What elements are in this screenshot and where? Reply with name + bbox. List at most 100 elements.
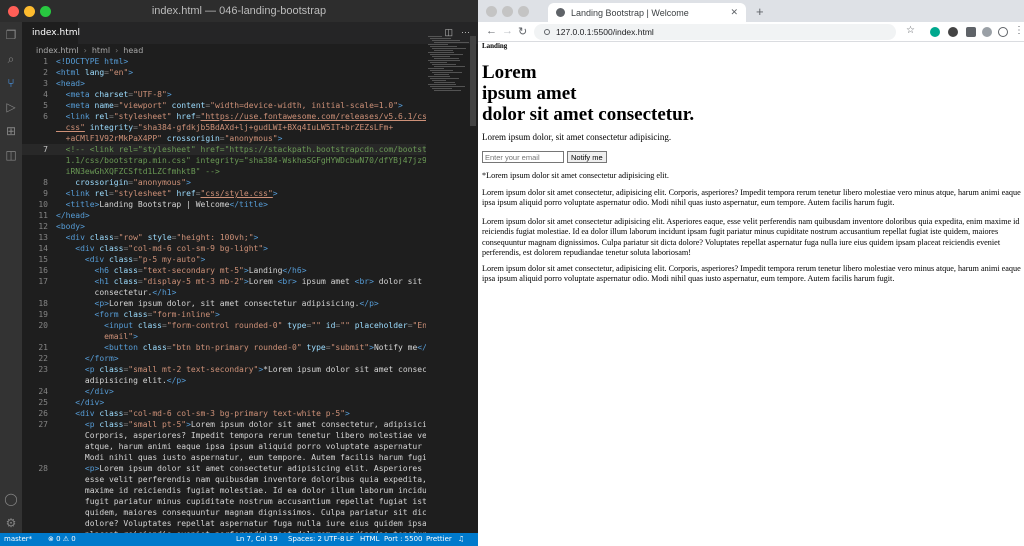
scrollbar-thumb[interactable] xyxy=(470,36,476,126)
search-icon[interactable]: ⌕ xyxy=(4,52,18,66)
live-server-port[interactable]: Port : 5500 xyxy=(384,535,423,543)
code-line[interactable]: 24 </div> xyxy=(22,386,426,397)
extensions-icon[interactable]: ⊞ xyxy=(4,124,18,138)
minimize-window-button[interactable] xyxy=(24,6,35,17)
browser-tab[interactable]: Landing Bootstrap | Welcome ✕ xyxy=(548,3,746,22)
cursor-position[interactable]: Ln 7, Col 19 xyxy=(236,535,278,543)
code-line[interactable]: 28 <p>Lorem ipsum dolor sit amet consect… xyxy=(22,463,426,474)
code-line[interactable]: 12 <body> xyxy=(22,221,426,232)
tab-index-html[interactable]: index.html xyxy=(22,22,80,44)
extension-puzzle-icon[interactable] xyxy=(966,27,976,37)
code-line[interactable]: 18 <p>Lorem ipsum dolor, sit amet consec… xyxy=(22,298,426,309)
notifications-icon[interactable]: ♫ xyxy=(458,535,464,543)
code-line[interactable]: 13 <div class="row" style="height: 100vh… xyxy=(22,232,426,243)
account-icon[interactable]: ◯ xyxy=(4,492,18,506)
code-line[interactable]: 4 <meta charset="UTF-8"> xyxy=(22,89,426,100)
code-line[interactable]: Corporis, asperiores? Impedit tempora re… xyxy=(22,430,426,441)
code-line[interactable]: 21 <button class="btn btn-primary rounde… xyxy=(22,342,426,353)
profile-avatar[interactable] xyxy=(998,27,1008,37)
minimize-window-button[interactable] xyxy=(502,6,513,17)
code-text: atque, harum animi eaque ipsa ipsum aliq… xyxy=(56,442,426,451)
indentation-status[interactable]: Spaces: 2 xyxy=(288,535,322,543)
code-line[interactable]: 3 <head> xyxy=(22,78,426,89)
breadcrumb-head[interactable]: head xyxy=(123,46,143,55)
code-line[interactable]: fugit pariatur minus cupiditate nostrum … xyxy=(22,496,426,507)
code-line[interactable]: 14 <div class="col-md-6 col-sm-9 bg-ligh… xyxy=(22,243,426,254)
line-number: 13 xyxy=(38,233,48,242)
new-tab-button[interactable]: + xyxy=(756,4,764,19)
code-line[interactable]: 9 <link rel="stylesheet" href="css/style… xyxy=(22,188,426,199)
code-line[interactable]: maxime id reiciendis fugiat molestiae. I… xyxy=(22,485,426,496)
code-line[interactable]: css" integrity="sha384-gfdkjb5BdAXd+lj+g… xyxy=(22,122,426,133)
code-line[interactable]: 17 <h1 class="display-5 mt-3 mb-2">Lorem… xyxy=(22,276,426,287)
code-line[interactable]: esse velit perferendis nam quibusdam inv… xyxy=(22,474,426,485)
code-line[interactable]: consectetur.</h1> xyxy=(22,287,426,298)
breadcrumb-file[interactable]: index.html xyxy=(36,46,79,55)
eol-status[interactable]: LF xyxy=(346,535,354,543)
code-line[interactable]: 20 <input class="form-control rounded-0"… xyxy=(22,320,426,331)
minimap[interactable] xyxy=(426,36,470,96)
code-line[interactable]: 11 </head> xyxy=(22,210,426,221)
maximize-window-button[interactable] xyxy=(518,6,529,17)
maximize-window-button[interactable] xyxy=(40,6,51,17)
code-line[interactable]: 23 <p class="small mt-2 text-secondary">… xyxy=(22,364,426,375)
code-editor[interactable]: 1 <!DOCTYPE html> 2 <html lang="en"> 3 <head>… xyxy=(22,58,426,533)
activity-bar: ❐ ⌕ ⑂ ▷ ⊞ ◫ ◯ ⚙ xyxy=(0,22,22,533)
code-line[interactable]: 8 crossorigin="anonymous"> xyxy=(22,177,426,188)
code-line[interactable]: Modi nihil quas iusto aspernatur, eum te… xyxy=(22,452,426,463)
problems-status[interactable]: ⊗ 0 ⚠ 0 xyxy=(48,535,76,543)
code-line[interactable]: 27 <p class="small pt-5">Lorem ipsum dol… xyxy=(22,419,426,430)
forward-arrow-icon[interactable]: → xyxy=(502,25,513,37)
minimap-line xyxy=(434,66,465,67)
code-line[interactable]: 7 <!-- <link rel="stylesheet" href="http… xyxy=(22,144,426,155)
prettier-status[interactable]: Prettier xyxy=(426,535,452,543)
code-line[interactable]: iRN3ewGhXQFZCSftd1LZCfmhktB" --> xyxy=(22,166,426,177)
code-line[interactable]: adipisicing elit.</p> xyxy=(22,375,426,386)
code-line[interactable]: 26 <div class="col-md-6 col-sm-3 bg-prim… xyxy=(22,408,426,419)
menu-kebab-icon[interactable]: ⋮ xyxy=(1014,25,1024,36)
code-line[interactable]: email"> xyxy=(22,331,426,342)
vscode-window: index.html — 046-landing-bootstrap ❐ ⌕ ⑂… xyxy=(0,0,478,546)
branch-status[interactable]: master* xyxy=(4,535,32,543)
hero-heading: Lorem ipsum amet dolor sit amet consecte… xyxy=(482,62,694,125)
reload-icon[interactable]: ↻ xyxy=(518,25,527,38)
code-line[interactable]: atque, harum animi eaque ipsa ipsum aliq… xyxy=(22,441,426,452)
notify-me-button[interactable]: Notify me xyxy=(567,151,607,163)
lock-icon[interactable] xyxy=(544,29,550,35)
settings-gear-icon[interactable]: ⚙ xyxy=(4,516,18,530)
code-line[interactable]: dolore? Voluptates repellat aspernatur f… xyxy=(22,518,426,529)
code-line[interactable]: 15 <div class="p-5 my-auto"> xyxy=(22,254,426,265)
back-arrow-icon[interactable]: ← xyxy=(486,25,497,37)
address-bar[interactable]: 127.0.0.1:5500/index.html xyxy=(534,24,896,40)
language-mode[interactable]: HTML xyxy=(360,535,379,543)
email-field[interactable] xyxy=(482,151,564,163)
code-line[interactable]: 1 <!DOCTYPE html> xyxy=(22,58,426,67)
line-number: 21 xyxy=(38,343,48,352)
code-line[interactable]: quidem, maiores consequuntur magnam dign… xyxy=(22,507,426,518)
breadcrumb-html[interactable]: html xyxy=(92,46,110,55)
code-line[interactable]: 5 <meta name="viewport" content="width=d… xyxy=(22,100,426,111)
close-window-button[interactable] xyxy=(8,6,19,17)
extension-icon[interactable] xyxy=(948,27,958,37)
code-line[interactable]: 19 <form class="form-inline"> xyxy=(22,309,426,320)
remote-icon[interactable]: ◫ xyxy=(4,148,18,162)
code-line[interactable]: 25 </div> xyxy=(22,397,426,408)
star-icon[interactable]: ☆ xyxy=(906,25,915,36)
extension-icon[interactable] xyxy=(982,27,992,37)
close-tab-icon[interactable]: ✕ xyxy=(730,7,738,18)
extension-icon[interactable] xyxy=(930,27,940,37)
code-line[interactable]: 2 <html lang="en"> xyxy=(22,67,426,78)
code-line[interactable]: 1.1/css/bootstrap.min.css" integrity="sh… xyxy=(22,155,426,166)
source-control-icon[interactable]: ⑂ xyxy=(4,76,18,90)
url-text[interactable]: 127.0.0.1:5500/index.html xyxy=(556,27,654,37)
code-line[interactable]: 6 <link rel="stylesheet" href="https://u… xyxy=(22,111,426,122)
close-window-button[interactable] xyxy=(486,6,497,17)
run-debug-icon[interactable]: ▷ xyxy=(4,100,18,114)
code-line[interactable]: 16 <h6 class="text-secondary mt-5">Landi… xyxy=(22,265,426,276)
encoding-status[interactable]: UTF-8 xyxy=(324,535,344,543)
files-icon[interactable]: ❐ xyxy=(4,28,18,42)
code-line[interactable]: +aCMlF1V92rMkPaX4PP" crossorigin="anonym… xyxy=(22,133,426,144)
code-line[interactable]: 10 <title>Landing Bootstrap | Welcome</t… xyxy=(22,199,426,210)
editor-scrollbar[interactable] xyxy=(470,36,476,533)
code-line[interactable]: 22 </form> xyxy=(22,353,426,364)
